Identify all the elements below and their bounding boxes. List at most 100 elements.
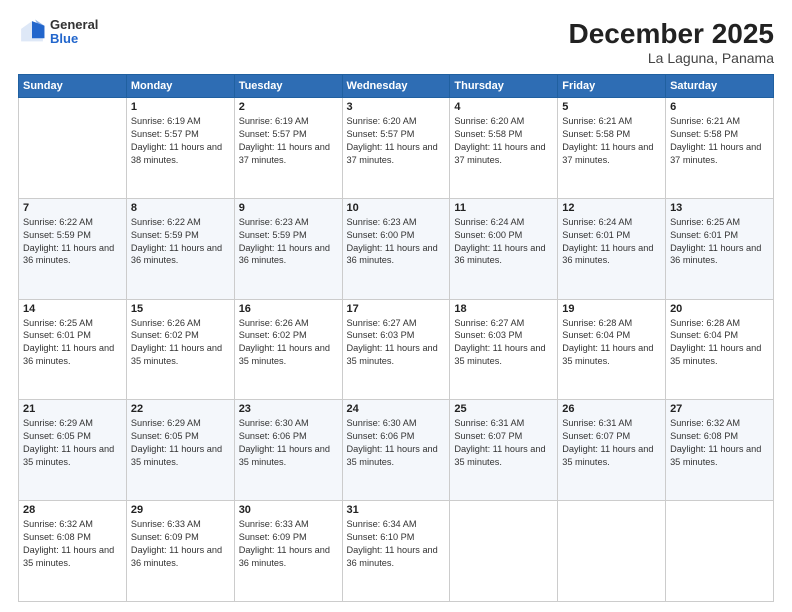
cell-info: Sunrise: 6:33 AM Sunset: 6:09 PM Dayligh… (131, 518, 230, 570)
calendar-cell: 1 Sunrise: 6:19 AM Sunset: 5:57 PM Dayli… (126, 98, 234, 199)
calendar-cell: 4 Sunrise: 6:20 AM Sunset: 5:58 PM Dayli… (450, 98, 558, 199)
header-thursday: Thursday (450, 75, 558, 98)
page-subtitle: La Laguna, Panama (569, 50, 774, 66)
header-sunday: Sunday (19, 75, 127, 98)
cell-info: Sunrise: 6:22 AM Sunset: 5:59 PM Dayligh… (23, 216, 122, 268)
day-number: 4 (454, 101, 553, 113)
page: General Blue December 2025 La Laguna, Pa… (0, 0, 792, 612)
calendar-cell: 10 Sunrise: 6:23 AM Sunset: 6:00 PM Dayl… (342, 198, 450, 299)
day-number: 20 (670, 303, 769, 315)
calendar-cell (666, 501, 774, 602)
day-number: 28 (23, 504, 122, 516)
header-friday: Friday (558, 75, 666, 98)
cell-info: Sunrise: 6:33 AM Sunset: 6:09 PM Dayligh… (239, 518, 338, 570)
day-number: 21 (23, 403, 122, 415)
calendar-cell: 8 Sunrise: 6:22 AM Sunset: 5:59 PM Dayli… (126, 198, 234, 299)
calendar-cell: 18 Sunrise: 6:27 AM Sunset: 6:03 PM Dayl… (450, 299, 558, 400)
day-number: 14 (23, 303, 122, 315)
calendar-cell: 17 Sunrise: 6:27 AM Sunset: 6:03 PM Dayl… (342, 299, 450, 400)
week-row-3: 14 Sunrise: 6:25 AM Sunset: 6:01 PM Dayl… (19, 299, 774, 400)
day-number: 10 (347, 202, 446, 214)
calendar-cell: 13 Sunrise: 6:25 AM Sunset: 6:01 PM Dayl… (666, 198, 774, 299)
calendar-cell: 23 Sunrise: 6:30 AM Sunset: 6:06 PM Dayl… (234, 400, 342, 501)
calendar-cell (558, 501, 666, 602)
calendar-cell: 27 Sunrise: 6:32 AM Sunset: 6:08 PM Dayl… (666, 400, 774, 501)
day-number: 30 (239, 504, 338, 516)
cell-info: Sunrise: 6:21 AM Sunset: 5:58 PM Dayligh… (562, 115, 661, 167)
day-number: 29 (131, 504, 230, 516)
header: General Blue December 2025 La Laguna, Pa… (18, 18, 774, 66)
calendar-cell: 25 Sunrise: 6:31 AM Sunset: 6:07 PM Dayl… (450, 400, 558, 501)
cell-info: Sunrise: 6:30 AM Sunset: 6:06 PM Dayligh… (347, 417, 446, 469)
day-number: 7 (23, 202, 122, 214)
calendar-cell: 9 Sunrise: 6:23 AM Sunset: 5:59 PM Dayli… (234, 198, 342, 299)
calendar-cell: 31 Sunrise: 6:34 AM Sunset: 6:10 PM Dayl… (342, 501, 450, 602)
day-number: 13 (670, 202, 769, 214)
cell-info: Sunrise: 6:25 AM Sunset: 6:01 PM Dayligh… (23, 317, 122, 369)
calendar-cell: 30 Sunrise: 6:33 AM Sunset: 6:09 PM Dayl… (234, 501, 342, 602)
week-row-1: 1 Sunrise: 6:19 AM Sunset: 5:57 PM Dayli… (19, 98, 774, 199)
cell-info: Sunrise: 6:30 AM Sunset: 6:06 PM Dayligh… (239, 417, 338, 469)
day-number: 22 (131, 403, 230, 415)
day-number: 27 (670, 403, 769, 415)
calendar-cell: 29 Sunrise: 6:33 AM Sunset: 6:09 PM Dayl… (126, 501, 234, 602)
cell-info: Sunrise: 6:23 AM Sunset: 6:00 PM Dayligh… (347, 216, 446, 268)
cell-info: Sunrise: 6:23 AM Sunset: 5:59 PM Dayligh… (239, 216, 338, 268)
cell-info: Sunrise: 6:31 AM Sunset: 6:07 PM Dayligh… (562, 417, 661, 469)
cell-info: Sunrise: 6:27 AM Sunset: 6:03 PM Dayligh… (347, 317, 446, 369)
week-row-2: 7 Sunrise: 6:22 AM Sunset: 5:59 PM Dayli… (19, 198, 774, 299)
cell-info: Sunrise: 6:24 AM Sunset: 6:00 PM Dayligh… (454, 216, 553, 268)
day-number: 16 (239, 303, 338, 315)
cell-info: Sunrise: 6:22 AM Sunset: 5:59 PM Dayligh… (131, 216, 230, 268)
calendar-cell: 24 Sunrise: 6:30 AM Sunset: 6:06 PM Dayl… (342, 400, 450, 501)
day-number: 31 (347, 504, 446, 516)
calendar-cell: 15 Sunrise: 6:26 AM Sunset: 6:02 PM Dayl… (126, 299, 234, 400)
cell-info: Sunrise: 6:19 AM Sunset: 5:57 PM Dayligh… (131, 115, 230, 167)
cell-info: Sunrise: 6:20 AM Sunset: 5:58 PM Dayligh… (454, 115, 553, 167)
calendar-cell (450, 501, 558, 602)
header-wednesday: Wednesday (342, 75, 450, 98)
logo-text: General Blue (50, 18, 98, 47)
day-number: 1 (131, 101, 230, 113)
cell-info: Sunrise: 6:32 AM Sunset: 6:08 PM Dayligh… (670, 417, 769, 469)
calendar-cell: 2 Sunrise: 6:19 AM Sunset: 5:57 PM Dayli… (234, 98, 342, 199)
calendar-cell: 3 Sunrise: 6:20 AM Sunset: 5:57 PM Dayli… (342, 98, 450, 199)
logo-line1: General (50, 18, 98, 32)
cell-info: Sunrise: 6:24 AM Sunset: 6:01 PM Dayligh… (562, 216, 661, 268)
day-number: 25 (454, 403, 553, 415)
day-number: 12 (562, 202, 661, 214)
day-number: 17 (347, 303, 446, 315)
cell-info: Sunrise: 6:19 AM Sunset: 5:57 PM Dayligh… (239, 115, 338, 167)
day-number: 15 (131, 303, 230, 315)
day-number: 11 (454, 202, 553, 214)
week-row-4: 21 Sunrise: 6:29 AM Sunset: 6:05 PM Dayl… (19, 400, 774, 501)
day-number: 5 (562, 101, 661, 113)
day-number: 9 (239, 202, 338, 214)
calendar-cell: 16 Sunrise: 6:26 AM Sunset: 6:02 PM Dayl… (234, 299, 342, 400)
cell-info: Sunrise: 6:25 AM Sunset: 6:01 PM Dayligh… (670, 216, 769, 268)
cell-info: Sunrise: 6:31 AM Sunset: 6:07 PM Dayligh… (454, 417, 553, 469)
header-monday: Monday (126, 75, 234, 98)
day-number: 6 (670, 101, 769, 113)
calendar-table: Sunday Monday Tuesday Wednesday Thursday… (18, 74, 774, 602)
calendar-cell: 5 Sunrise: 6:21 AM Sunset: 5:58 PM Dayli… (558, 98, 666, 199)
cell-info: Sunrise: 6:34 AM Sunset: 6:10 PM Dayligh… (347, 518, 446, 570)
cell-info: Sunrise: 6:20 AM Sunset: 5:57 PM Dayligh… (347, 115, 446, 167)
logo-icon (18, 18, 46, 46)
cell-info: Sunrise: 6:29 AM Sunset: 6:05 PM Dayligh… (131, 417, 230, 469)
calendar-cell: 12 Sunrise: 6:24 AM Sunset: 6:01 PM Dayl… (558, 198, 666, 299)
day-number: 2 (239, 101, 338, 113)
cell-info: Sunrise: 6:26 AM Sunset: 6:02 PM Dayligh… (239, 317, 338, 369)
cell-info: Sunrise: 6:29 AM Sunset: 6:05 PM Dayligh… (23, 417, 122, 469)
day-number: 19 (562, 303, 661, 315)
cell-info: Sunrise: 6:26 AM Sunset: 6:02 PM Dayligh… (131, 317, 230, 369)
cell-info: Sunrise: 6:32 AM Sunset: 6:08 PM Dayligh… (23, 518, 122, 570)
day-number: 23 (239, 403, 338, 415)
cell-info: Sunrise: 6:28 AM Sunset: 6:04 PM Dayligh… (670, 317, 769, 369)
calendar-cell (19, 98, 127, 199)
day-number: 3 (347, 101, 446, 113)
calendar-cell: 19 Sunrise: 6:28 AM Sunset: 6:04 PM Dayl… (558, 299, 666, 400)
day-number: 18 (454, 303, 553, 315)
cell-info: Sunrise: 6:28 AM Sunset: 6:04 PM Dayligh… (562, 317, 661, 369)
page-title: December 2025 (569, 18, 774, 50)
